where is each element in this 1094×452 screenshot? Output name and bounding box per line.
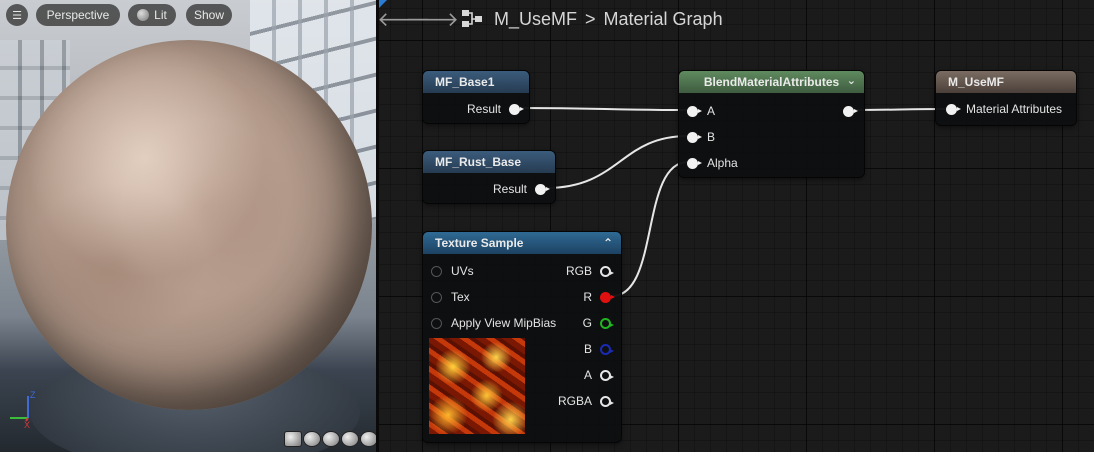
input-pin-a[interactable]: A <box>687 103 715 119</box>
pin-empty-icon[interactable] <box>600 343 614 355</box>
sphere-preview-icon[interactable] <box>303 431 321 447</box>
pin-connected-icon[interactable] <box>535 183 550 195</box>
pin-connected-icon[interactable] <box>946 103 961 115</box>
lit-label: Lit <box>154 8 167 22</box>
node-title: MF_Rust_Base <box>423 151 555 173</box>
pin-connected-icon[interactable] <box>687 131 702 143</box>
pin-empty-icon[interactable] <box>431 291 442 303</box>
pin-label: Alpha <box>707 156 738 170</box>
pin-label: Result <box>492 182 527 196</box>
axis-x-label: X <box>24 420 30 430</box>
input-pin-material-attributes[interactable]: Material Attributes <box>946 101 1062 117</box>
input-pin-alpha[interactable]: Alpha <box>687 155 738 171</box>
node-title: M_UseMF <box>936 71 1076 93</box>
preview-sphere <box>6 40 372 410</box>
perspective-button[interactable]: Perspective <box>36 4 120 26</box>
arrow-right-icon[interactable]: 🡒 <box>405 7 459 31</box>
output-pin-b[interactable]: B <box>583 341 614 357</box>
lit-button[interactable]: Lit <box>128 4 176 26</box>
pin-connected-icon[interactable] <box>687 157 702 169</box>
breadcrumb-separator: > <box>585 8 596 29</box>
pin-label: UVs <box>451 264 474 278</box>
axis-gizmo-icon: Z X <box>10 390 36 430</box>
input-pin-b[interactable]: B <box>687 129 715 145</box>
pin-empty-icon[interactable] <box>431 317 442 329</box>
output-pin-result[interactable]: Result <box>466 101 524 117</box>
viewport-menu-button[interactable]: ☰ <box>6 4 28 26</box>
pin-empty-icon[interactable] <box>600 395 614 407</box>
chevron-down-icon[interactable]: ⌄ <box>847 74 856 87</box>
pin-connected-icon[interactable] <box>843 105 858 117</box>
pin-empty-icon[interactable] <box>600 369 614 381</box>
cylinder-preview-icon[interactable] <box>284 431 302 447</box>
node-mf-rust-base[interactable]: MF_Rust_Base Result <box>423 151 555 203</box>
pin-label: B <box>707 130 716 144</box>
pin-label: A <box>707 104 716 118</box>
pin-label: Result <box>466 102 501 116</box>
hamburger-menu-icon: ☰ <box>12 9 22 22</box>
pin-connected-icon[interactable] <box>509 103 524 115</box>
breadcrumb-material[interactable]: M_UseMF <box>494 9 577 30</box>
axis-z-label: Z <box>30 390 36 400</box>
pin-label: RGBA <box>557 394 592 408</box>
plane-preview-icon[interactable] <box>322 431 340 447</box>
pin-label: RGB <box>565 264 592 278</box>
cube-preview-icon[interactable] <box>341 431 359 447</box>
output-pin[interactable] <box>843 103 858 119</box>
input-pin-apply-view-mipbias[interactable]: Apply View MipBias <box>431 315 556 331</box>
material-preview-viewport[interactable]: ☰ Perspective Lit Show Z X <box>0 0 376 452</box>
pin-empty-icon[interactable] <box>600 317 614 329</box>
texture-thumbnail <box>429 338 525 434</box>
custom-mesh-preview-icon[interactable] <box>360 431 376 447</box>
preview-shape-toolbar <box>284 431 376 447</box>
output-pin-rgb[interactable]: RGB <box>565 263 614 279</box>
pin-label: R <box>583 290 592 304</box>
node-mf-base1[interactable]: MF_Base1 Result <box>423 71 529 123</box>
show-label: Show <box>193 8 225 22</box>
pin-label: B <box>583 342 592 356</box>
pin-empty-icon[interactable] <box>431 265 442 277</box>
pin-label: A <box>583 368 592 382</box>
lit-sphere-icon <box>137 9 150 21</box>
output-pin-a[interactable]: A <box>583 367 614 383</box>
node-texture-sample[interactable]: Texture Sample ⌃ UVs Tex Apply View MipB… <box>423 232 621 442</box>
pin-connected-icon[interactable] <box>687 105 702 117</box>
pin-label: Apply View MipBias <box>451 316 557 330</box>
output-pin-g[interactable]: G <box>582 315 614 331</box>
pin-label: G <box>582 316 592 330</box>
node-title: MF_Base1 <box>423 71 529 93</box>
breadcrumb-graph: Material Graph <box>603 8 723 29</box>
output-pin-rgba[interactable]: RGBA <box>557 393 614 409</box>
node-blend-material-attributes[interactable]: BlendMaterialAttributes ⌄ A B Alpha <box>679 71 864 177</box>
output-pin-result[interactable]: Result <box>492 181 550 197</box>
graph-toolbar: 🡐 🡒 M_UseMF > Material Graph <box>377 6 723 32</box>
pin-empty-icon[interactable] <box>600 265 614 277</box>
chevron-up-icon[interactable]: ⌃ <box>603 236 613 250</box>
input-pin-tex[interactable]: Tex <box>431 289 470 305</box>
node-title: Texture Sample <box>435 236 524 250</box>
panel-divider[interactable] <box>376 0 379 452</box>
material-graph-icon <box>462 10 482 27</box>
node-header: BlendMaterialAttributes ⌄ <box>679 71 864 93</box>
pin-label: Tex <box>451 290 470 304</box>
node-header: Texture Sample ⌃ <box>423 232 621 254</box>
pin-connected-icon[interactable] <box>600 291 615 303</box>
input-pin-uvs[interactable]: UVs <box>431 263 474 279</box>
pin-label: Material Attributes <box>966 102 1063 116</box>
show-button[interactable]: Show <box>186 4 232 26</box>
node-material-result[interactable]: M_UseMF Material Attributes <box>936 71 1076 125</box>
node-title: BlendMaterialAttributes <box>703 75 840 89</box>
perspective-label: Perspective <box>46 8 110 22</box>
output-pin-r[interactable]: R <box>583 289 615 305</box>
